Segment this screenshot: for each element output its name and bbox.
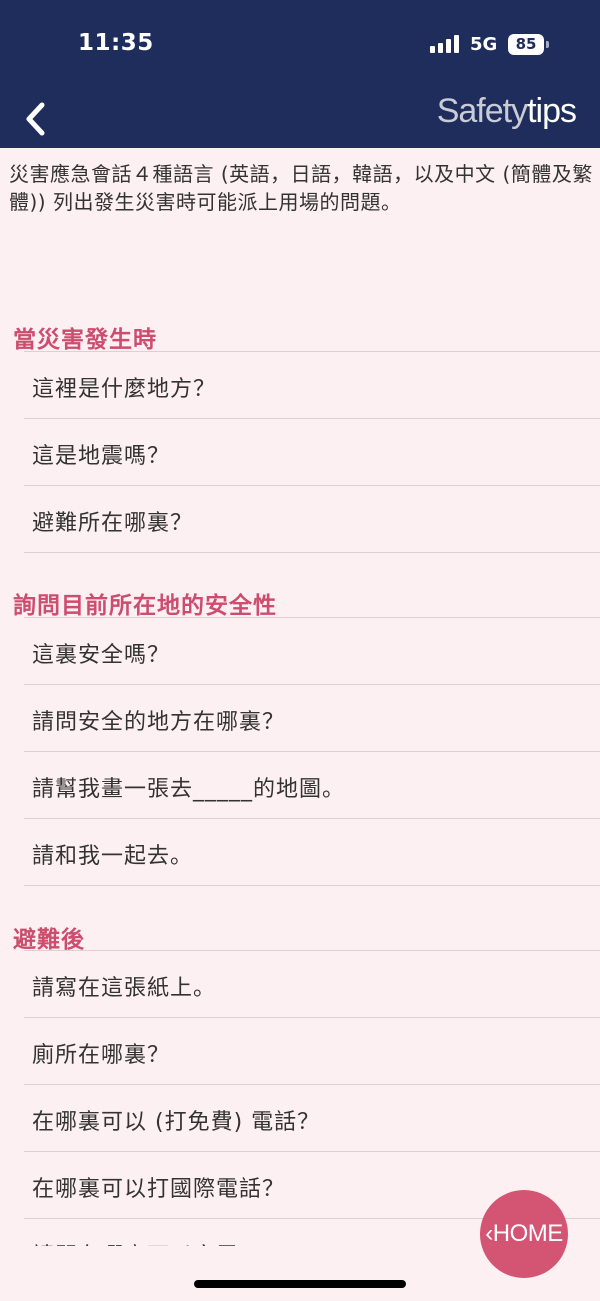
list-item[interactable]: 這是地震嗎？	[24, 418, 600, 485]
home-label: HOME	[492, 1220, 564, 1247]
list-item[interactable]: 請和我一起去。	[24, 818, 600, 885]
list-item[interactable]: 在哪裏可以 (打免費) 電話？	[24, 1084, 600, 1151]
list-item-label: 這裏安全嗎？	[32, 643, 171, 668]
list-item-label: 廁所在哪裏？	[32, 1043, 171, 1068]
divider	[24, 552, 600, 553]
list-item-label: 請和我一起去。	[32, 844, 194, 869]
list-item-label: 請問安全的地方在哪裏？	[32, 710, 286, 735]
list-item[interactable]: 請幫我畫一張去_____的地圖。	[24, 751, 600, 818]
list-item-label: 在哪裏可以打國際電話？	[32, 1177, 286, 1202]
section-header: 避難後	[13, 927, 85, 953]
home-button[interactable]: ‹HOME	[480, 1190, 568, 1278]
section-header: 詢問目前所在地的安全性	[13, 593, 277, 619]
list-item[interactable]: 這裡是什麼地方？	[24, 351, 600, 418]
list-item[interactable]: 避難所在哪裏？	[24, 485, 600, 552]
divider	[24, 885, 600, 886]
section-header: 當災害發生時	[13, 327, 157, 353]
list-item[interactable]: 這裏安全嗎？	[24, 617, 600, 684]
list-item-label: 在哪裏可以 (打免費) 電話？	[32, 1110, 321, 1135]
intro-text: 災害應急會話４種語言 (英語，日語，韓語，以及中文 (簡體及繁體)) 列出發生災…	[9, 162, 593, 214]
list-item[interactable]: 請問安全的地方在哪裏？	[24, 684, 600, 751]
list-item-label: 這是地震嗎？	[32, 444, 171, 469]
content-area: 災害應急會話４種語言 (英語，日語，韓語，以及中文 (簡體及繁體)) 列出發生災…	[0, 0, 600, 1246]
list-item[interactable]: 請寫在這張紙上。	[24, 950, 600, 1017]
list-item[interactable]: 廁所在哪裏？	[24, 1017, 600, 1084]
list-item-label: 請幫我畫一張去_____的地圖。	[32, 777, 346, 802]
list-item-label: 請問在哪裏可以充電？	[32, 1238, 262, 1246]
home-indicator[interactable]	[194, 1280, 406, 1288]
chevron-left-icon: ‹	[485, 1220, 493, 1247]
list-item-label: 請寫在這張紙上。	[32, 976, 217, 1001]
list-item-label: 這裡是什麼地方？	[32, 377, 217, 402]
list-item-label: 避難所在哪裏？	[32, 511, 194, 536]
